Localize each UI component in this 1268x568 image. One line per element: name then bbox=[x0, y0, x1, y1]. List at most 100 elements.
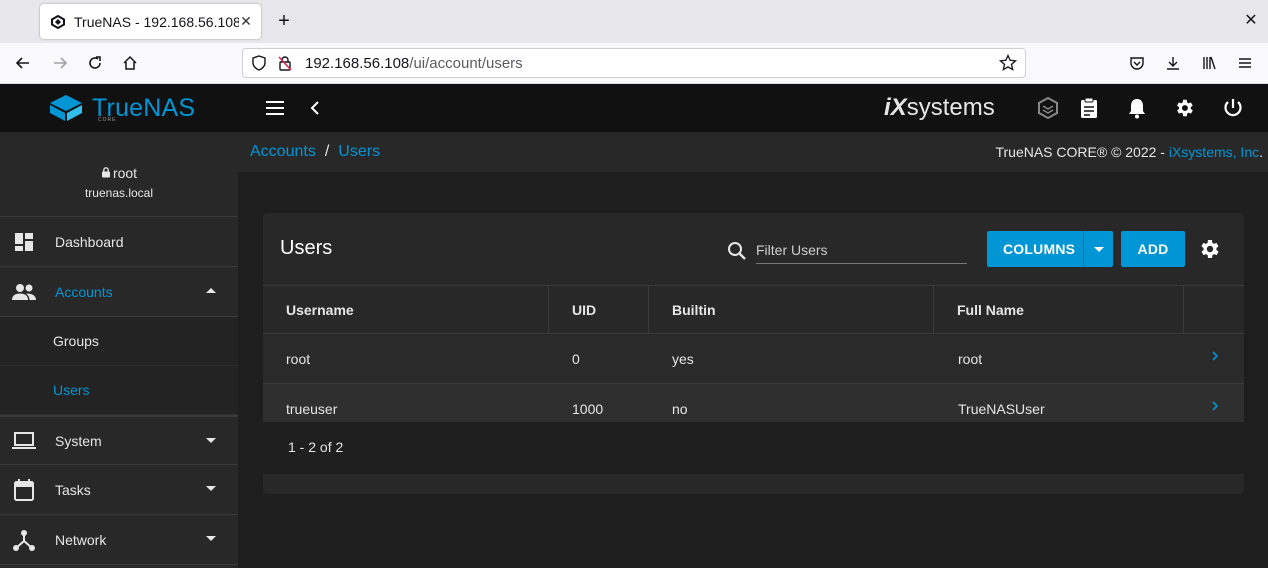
lock-icon bbox=[101, 167, 110, 178]
table-settings-gear-icon[interactable] bbox=[1197, 237, 1221, 261]
insecure-lock-icon[interactable] bbox=[275, 53, 295, 73]
sidebar-item-tasks[interactable]: Tasks bbox=[0, 465, 238, 515]
collapse-chevron-icon[interactable] bbox=[303, 96, 327, 120]
browser-navbar: 192.168.56.108/ui/account/users bbox=[0, 43, 1268, 84]
column-header-full-name[interactable]: Full Name bbox=[934, 286, 1184, 334]
column-header-uid[interactable]: UID bbox=[549, 286, 649, 334]
task-manager-clipboard-icon[interactable] bbox=[1077, 96, 1101, 120]
sidebar-hostname: truenas.local bbox=[84, 186, 154, 200]
sidebar-subitem-users[interactable]: Users bbox=[0, 366, 238, 415]
breadcrumb-separator: / bbox=[324, 143, 330, 160]
breadcrumb: Accounts / Users bbox=[250, 143, 380, 161]
people-icon bbox=[12, 280, 36, 304]
ixsystems-logo[interactable]: iX systems bbox=[884, 94, 995, 122]
ixsystems-link[interactable]: iXsystems, Inc bbox=[1169, 144, 1259, 160]
url-bar[interactable]: 192.168.56.108/ui/account/users bbox=[242, 48, 1026, 78]
search-icon bbox=[728, 242, 746, 260]
brand-sub: CORE bbox=[98, 117, 117, 123]
expand-arrow-icon bbox=[206, 438, 216, 443]
network-icon bbox=[12, 528, 36, 552]
dropdown-arrow-icon bbox=[1093, 246, 1104, 252]
filter-users-input[interactable] bbox=[756, 239, 967, 261]
expand-row-chevron-icon[interactable] bbox=[1208, 398, 1222, 414]
cell-username: root bbox=[286, 351, 311, 367]
window-close-icon[interactable]: ✕ bbox=[1240, 10, 1262, 32]
forward-arrow-icon[interactable] bbox=[48, 51, 72, 75]
app-header: TrueNAS CORE iX systems bbox=[0, 84, 1268, 132]
cell-full-name: root bbox=[958, 351, 983, 367]
truenas-favicon-icon bbox=[50, 14, 66, 30]
sidebar: root truenas.local Dashboard Accounts Gr… bbox=[0, 132, 238, 568]
cell-builtin: yes bbox=[672, 351, 694, 367]
columns-button[interactable]: COLUMNS bbox=[987, 231, 1113, 267]
bookmark-star-icon[interactable] bbox=[997, 52, 1019, 74]
downloads-icon[interactable] bbox=[1161, 51, 1185, 75]
browser-tab[interactable]: TrueNAS - 192.168.56.108 ✕ bbox=[40, 4, 261, 39]
add-user-button[interactable]: ADD bbox=[1121, 231, 1185, 267]
sidebar-username: root bbox=[0, 165, 238, 181]
sidebar-item-accounts[interactable]: Accounts bbox=[0, 267, 238, 317]
notifications-bell-icon[interactable] bbox=[1125, 96, 1149, 120]
sidebar-item-label: Tasks bbox=[55, 481, 91, 498]
library-icon[interactable] bbox=[1197, 51, 1221, 75]
ixsystems-logo-text: systems bbox=[906, 94, 995, 121]
table-row[interactable]: root 0 yes root bbox=[263, 334, 1244, 384]
breadcrumb-users[interactable]: Users bbox=[338, 143, 380, 160]
reload-icon[interactable] bbox=[83, 51, 107, 75]
table-body: root 0 yes root trueuser 1000 no TrueNAS… bbox=[263, 334, 1244, 434]
expand-row-chevron-icon[interactable] bbox=[1208, 348, 1222, 364]
expand-arrow-icon bbox=[206, 536, 216, 541]
sidebar-item-network[interactable]: Network bbox=[0, 515, 238, 565]
truenas-logo-icon bbox=[50, 95, 82, 121]
table-footer: 1 - 2 of 2 bbox=[263, 422, 1244, 474]
copyright-suffix: . bbox=[1259, 144, 1263, 160]
browser-tabbar: TrueNAS - 192.168.56.108 ✕ + ✕ bbox=[0, 0, 1268, 43]
url-host: 192.168.56.108 bbox=[305, 54, 410, 72]
url-text: 192.168.56.108/ui/account/users bbox=[305, 55, 997, 72]
accounts-submenu: Groups Users bbox=[0, 317, 238, 415]
tab-close-icon[interactable]: ✕ bbox=[239, 13, 253, 30]
hamburger-menu-icon[interactable] bbox=[1233, 51, 1257, 75]
sidebar-item-label: System bbox=[55, 432, 102, 449]
ixsystems-logo-ix: iX bbox=[884, 94, 907, 121]
url-path: /ui/account/users bbox=[409, 54, 523, 72]
columns-button-label: COLUMNS bbox=[1003, 241, 1076, 257]
truecommand-icon[interactable] bbox=[1036, 96, 1060, 120]
sidebar-item-dashboard[interactable]: Dashboard bbox=[0, 217, 238, 267]
power-icon[interactable] bbox=[1221, 96, 1245, 120]
tab-title: TrueNAS - 192.168.56.108 bbox=[74, 13, 239, 30]
sidebar-subitem-groups[interactable]: Groups bbox=[0, 317, 238, 366]
home-icon[interactable] bbox=[118, 51, 142, 75]
laptop-icon bbox=[12, 429, 36, 453]
users-table: Username UID Builtin Full Name root 0 ye… bbox=[263, 285, 1244, 434]
collapse-arrow-icon bbox=[206, 288, 216, 293]
pocket-icon[interactable] bbox=[1125, 51, 1149, 75]
dashboard-icon bbox=[12, 230, 36, 254]
sidebar-item-label: Network bbox=[55, 531, 107, 548]
users-card: Users COLUMNS ADD Username UID Builtin F… bbox=[263, 213, 1244, 494]
sidebar-item-system[interactable]: System bbox=[0, 415, 238, 465]
user-info: root truenas.local bbox=[0, 132, 238, 217]
users-card-title: Users bbox=[280, 237, 333, 259]
pagination-range: 1 - 2 of 2 bbox=[288, 439, 344, 455]
table-header: Username UID Builtin Full Name bbox=[263, 285, 1244, 334]
sidenav-toggle-icon[interactable] bbox=[263, 96, 287, 120]
breadcrumb-accounts[interactable]: Accounts bbox=[250, 143, 316, 160]
back-arrow-icon[interactable] bbox=[11, 51, 35, 75]
shield-icon[interactable] bbox=[249, 53, 269, 73]
expand-arrow-icon bbox=[206, 486, 216, 491]
username-text: root bbox=[112, 165, 138, 181]
columns-dropdown-toggle[interactable] bbox=[1083, 231, 1113, 267]
truenas-logo[interactable]: TrueNAS CORE bbox=[48, 92, 195, 124]
cell-uid: 0 bbox=[572, 351, 580, 367]
column-header-username[interactable]: Username bbox=[263, 286, 549, 334]
settings-gear-icon[interactable] bbox=[1172, 96, 1196, 120]
filter-users-field[interactable] bbox=[728, 239, 967, 264]
sidebar-item-label: Dashboard bbox=[55, 233, 124, 250]
column-header-builtin[interactable]: Builtin bbox=[649, 286, 934, 334]
copyright-text: TrueNAS CORE® © 2022 - bbox=[995, 144, 1169, 160]
main-content: Accounts / Users TrueNAS CORE® © 2022 - iX… bbox=[238, 132, 1268, 568]
calendar-icon bbox=[12, 478, 36, 502]
copyright-notice: TrueNAS CORE® © 2022 - iXsystems, Inc. bbox=[995, 144, 1263, 160]
new-tab-icon[interactable]: + bbox=[273, 10, 295, 32]
